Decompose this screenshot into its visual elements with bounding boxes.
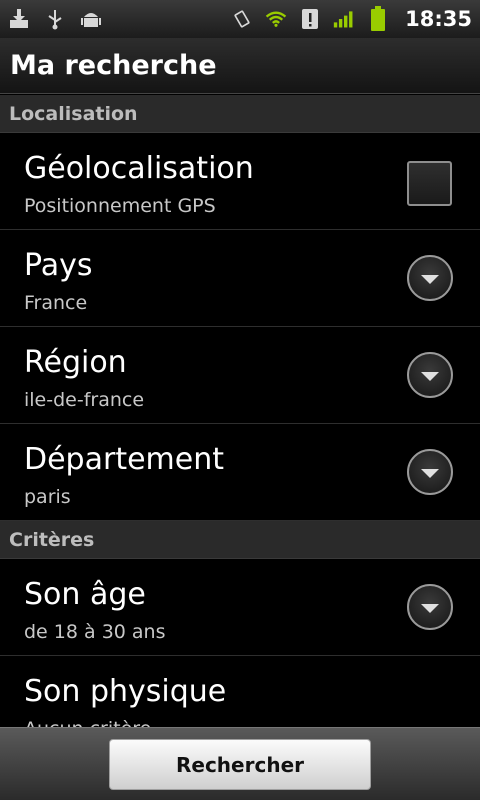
pref-title: Région	[24, 345, 127, 380]
wifi-icon	[265, 8, 287, 30]
dropdown-button[interactable]	[407, 449, 453, 495]
pref-pays[interactable]: Pays France	[0, 230, 480, 327]
download-icon	[8, 8, 30, 30]
dropdown-button[interactable]	[407, 352, 453, 398]
geolocalisation-checkbox[interactable]	[407, 161, 452, 206]
usb-icon	[44, 8, 66, 30]
alert-icon	[299, 8, 321, 30]
pref-title: Géolocalisation	[24, 151, 254, 186]
pref-region[interactable]: Région ile-de-france	[0, 327, 480, 424]
section-header-localisation: Localisation	[0, 95, 480, 133]
pref-geolocalisation[interactable]: Géolocalisation Positionnement GPS	[0, 133, 480, 230]
pref-physique[interactable]: Son physique Aucun critère	[0, 656, 480, 727]
pref-summary: Aucun critère	[24, 718, 151, 727]
bottom-bar: Rechercher	[0, 727, 480, 800]
dropdown-button[interactable]	[407, 584, 453, 630]
section-header-criteres: Critères	[0, 521, 480, 559]
preferences-list[interactable]: Localisation Géolocalisation Positionnem…	[0, 95, 480, 727]
chevron-down-icon	[421, 469, 439, 478]
status-bar: 18:35	[0, 0, 480, 38]
page-title: Ma recherche	[10, 50, 217, 81]
chevron-down-icon	[421, 604, 439, 613]
pref-summary: ile-de-france	[24, 389, 145, 411]
battery-icon	[367, 6, 389, 31]
title-bar: Ma recherche	[0, 38, 480, 94]
android-debug-icon	[80, 8, 102, 30]
chevron-down-icon	[421, 372, 439, 381]
pref-title: Son physique	[24, 674, 227, 709]
signal-icon	[333, 8, 355, 30]
chevron-down-icon	[421, 275, 439, 284]
pref-summary: Positionnement GPS	[24, 195, 216, 217]
pref-departement[interactable]: Département paris	[0, 424, 480, 521]
search-button[interactable]: Rechercher	[109, 739, 371, 790]
clock: 18:35	[405, 7, 472, 31]
pref-title: Département	[24, 442, 224, 477]
pref-summary: paris	[24, 486, 71, 508]
pref-summary: de 18 à 30 ans	[24, 621, 166, 643]
pref-title: Pays	[24, 248, 93, 283]
vibrate-icon	[231, 8, 253, 30]
pref-age[interactable]: Son âge de 18 à 30 ans	[0, 559, 480, 656]
pref-title: Son âge	[24, 577, 146, 612]
dropdown-button[interactable]	[407, 255, 453, 301]
pref-summary: France	[24, 292, 88, 314]
